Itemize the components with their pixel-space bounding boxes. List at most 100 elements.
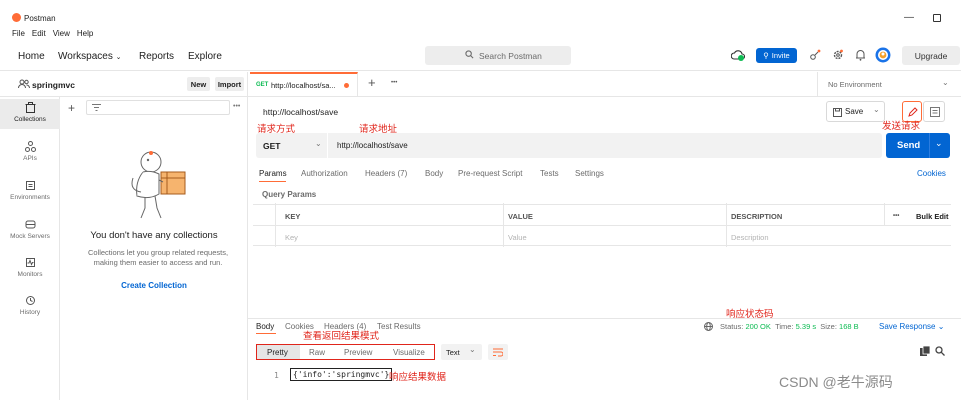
- description-input[interactable]: Description: [731, 233, 769, 242]
- format-preview[interactable]: Preview: [344, 348, 372, 357]
- environment-icon: [25, 181, 35, 190]
- table-more-icon[interactable]: •••: [893, 213, 899, 219]
- size-label: Size:: [820, 322, 837, 331]
- avatar-icon[interactable]: [875, 47, 891, 63]
- search-response-icon[interactable]: [935, 346, 945, 356]
- table-row: Key Value Description: [253, 225, 951, 246]
- language-select[interactable]: Text ⌄: [441, 344, 482, 360]
- response-body-text[interactable]: {'info':'springmvc'}: [290, 368, 393, 381]
- notification-bell-icon[interactable]: [855, 49, 866, 61]
- new-button[interactable]: New: [187, 77, 210, 91]
- active-tab-indicator: [256, 333, 276, 334]
- satellite-icon[interactable]: [809, 49, 821, 61]
- send-label: Send: [897, 140, 921, 151]
- column-divider: [503, 203, 504, 247]
- menu-file[interactable]: File: [12, 29, 25, 38]
- nav-home[interactable]: Home: [18, 51, 45, 62]
- upgrade-button[interactable]: Upgrade: [902, 46, 960, 65]
- size-value[interactable]: 168 B: [839, 322, 859, 331]
- tab-response-body[interactable]: Body: [256, 322, 274, 331]
- key-input[interactable]: Key: [285, 233, 298, 242]
- format-visualize[interactable]: Visualize: [393, 348, 425, 357]
- search-icon: [465, 50, 474, 59]
- nav-reports[interactable]: Reports: [139, 51, 174, 62]
- empty-state-title: You don't have any collections: [90, 230, 218, 241]
- send-options-chevron-icon[interactable]: ⌄: [935, 138, 943, 149]
- copy-icon[interactable]: [920, 346, 930, 356]
- panel-more-icon[interactable]: •••: [233, 103, 240, 110]
- column-header-description: DESCRIPTION: [731, 212, 783, 221]
- save-button[interactable]: Save ⌄: [826, 101, 885, 122]
- cookies-link[interactable]: Cookies: [917, 169, 946, 178]
- mock-server-icon: [25, 220, 35, 229]
- status-label: Status:: [720, 322, 744, 331]
- sidebar-item-environments[interactable]: Environments: [0, 180, 60, 201]
- filter-collections-input[interactable]: [86, 100, 230, 115]
- menu-edit[interactable]: Edit: [32, 29, 46, 38]
- sidebar-item-mock-servers[interactable]: Mock Servers: [0, 219, 60, 240]
- import-button[interactable]: Import: [215, 77, 244, 91]
- chevron-down-icon: ⌄: [937, 322, 945, 331]
- empty-state-description: Collections let you group related reques…: [87, 248, 229, 267]
- minimize-button[interactable]: —: [904, 12, 914, 23]
- workspace-name[interactable]: springmvc: [32, 80, 75, 90]
- maximize-button[interactable]: [933, 14, 941, 22]
- save-response-button[interactable]: Save Response ⌄: [879, 322, 944, 331]
- spaceman-illustration-icon: [115, 148, 193, 220]
- bulk-edit-button[interactable]: Bulk Edit: [916, 212, 949, 221]
- wrap-lines-icon: [493, 348, 503, 357]
- tab-test-results[interactable]: Test Results: [377, 322, 421, 331]
- language-value: Text: [446, 348, 460, 357]
- chevron-down-icon: ⌄: [942, 78, 949, 87]
- tab-pre-request-script[interactable]: Pre-request Script: [458, 169, 522, 178]
- sidebar-item-label: History: [19, 309, 41, 316]
- sidebar-item-collections[interactable]: Collections: [0, 99, 60, 129]
- tab-headers-label: Headers (7): [365, 169, 408, 178]
- environment-value: No Environment: [828, 80, 882, 89]
- method-select[interactable]: GET: [263, 141, 280, 151]
- tabs-more-icon[interactable]: •••: [391, 80, 397, 86]
- format-raw[interactable]: Raw: [309, 348, 325, 357]
- add-collection-icon[interactable]: +: [68, 101, 75, 115]
- format-pretty[interactable]: Pretty: [267, 348, 288, 357]
- postman-logo-icon: [12, 13, 21, 22]
- app-name: Postman: [24, 14, 56, 23]
- settings-gear-icon[interactable]: [832, 49, 844, 61]
- tab-method: GET: [256, 82, 269, 88]
- invite-label: Invite: [771, 51, 790, 60]
- value-input[interactable]: Value: [508, 233, 527, 242]
- nav-workspaces[interactable]: Workspaces ⌄: [58, 51, 122, 62]
- tab-request[interactable]: GET http://localhost/sa...: [250, 72, 358, 97]
- cloud-sync-icon[interactable]: [731, 50, 745, 61]
- nav-explore[interactable]: Explore: [188, 51, 222, 62]
- sidebar-item-history[interactable]: History: [0, 295, 60, 316]
- sidebar-item-label: Collections: [14, 116, 46, 123]
- tab-body[interactable]: Body: [425, 169, 443, 178]
- table-header-row: KEY VALUE DESCRIPTION ••• Bulk Edit: [253, 204, 951, 225]
- globe-icon[interactable]: [704, 322, 713, 331]
- wrap-lines-button[interactable]: [488, 344, 508, 360]
- sidebar-item-monitors[interactable]: Monitors: [0, 257, 60, 278]
- invite-button[interactable]: ⚲ Invite: [756, 48, 797, 63]
- chevron-down-icon: ⌄: [115, 54, 122, 61]
- tab-authorization[interactable]: Authorization: [301, 169, 348, 178]
- tab-headers[interactable]: Headers (7): [365, 169, 407, 178]
- url-input[interactable]: http://localhost/save: [337, 141, 408, 150]
- menu-help[interactable]: Help: [77, 29, 93, 38]
- response-meta: Status: 200 OK Time: 5.39 s Size: 168 B: [720, 322, 859, 331]
- sidebar-item-apis[interactable]: APIs: [0, 141, 60, 162]
- menu-view[interactable]: View: [53, 29, 70, 38]
- tab-tests[interactable]: Tests: [540, 169, 559, 178]
- time-value[interactable]: 5.39 s: [796, 322, 816, 331]
- column-header-key: KEY: [285, 212, 301, 221]
- tab-params[interactable]: Params: [259, 169, 287, 178]
- status-value[interactable]: 200 OK: [745, 322, 770, 331]
- documentation-button[interactable]: [923, 101, 945, 122]
- request-name[interactable]: http://localhost/save: [263, 107, 338, 117]
- save-label: Save: [845, 107, 864, 116]
- environment-select[interactable]: No Environment ⌄: [817, 72, 961, 97]
- tab-settings[interactable]: Settings: [575, 169, 604, 178]
- unsaved-dot-icon: [344, 83, 349, 88]
- create-collection-link[interactable]: Create Collection: [60, 281, 248, 290]
- new-tab-button[interactable]: +: [368, 75, 376, 90]
